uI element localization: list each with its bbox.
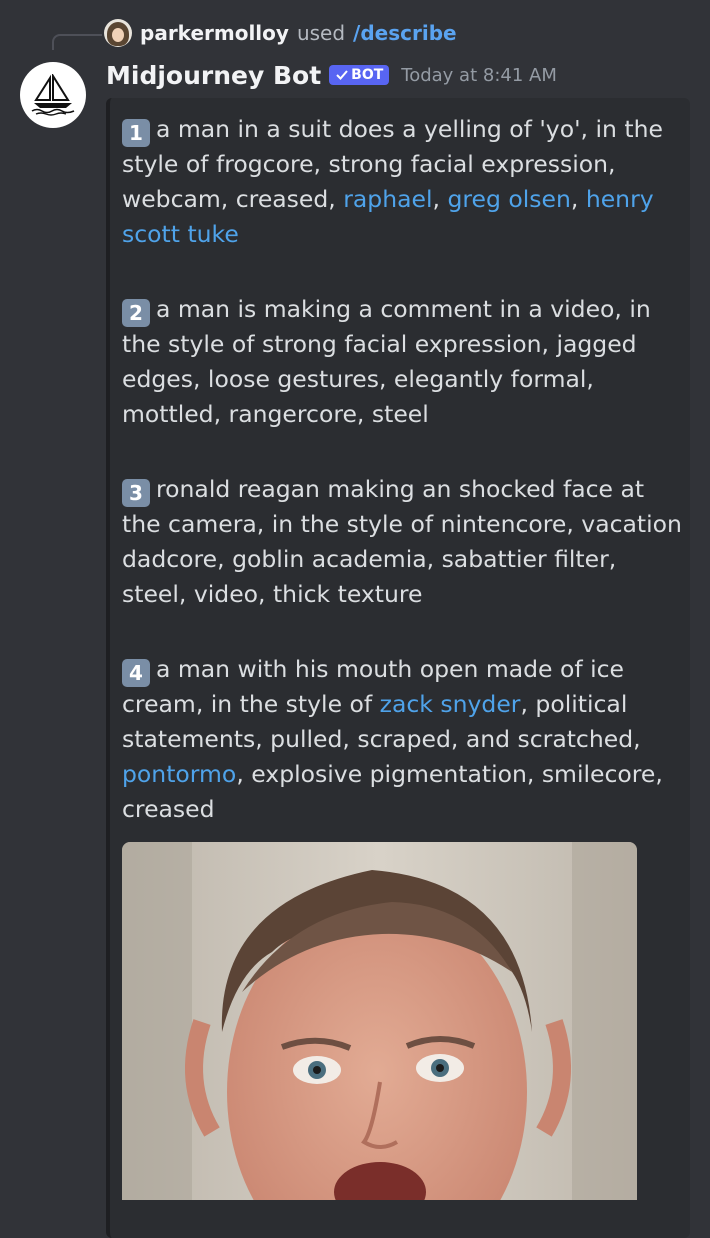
description-text: , [432,185,448,213]
description-item: 4a man with his mouth open made of ice c… [122,652,682,827]
author-name[interactable]: Midjourney Bot [106,61,321,90]
bot-badge: BOT [329,65,390,85]
reply-username[interactable]: parkermolloy [140,21,289,45]
description-item: 2a man is making a comment in a video, i… [122,292,682,432]
number-badge: 4 [122,659,150,687]
artist-link[interactable]: raphael [343,185,432,213]
embed-image[interactable] [122,842,637,1200]
number-badge: 1 [122,119,150,147]
bot-avatar[interactable] [20,62,86,128]
reply-used-text: used [296,21,346,45]
artist-link[interactable]: pontormo [122,760,236,788]
reply-context: parkermolloy used /describe [104,18,457,48]
embed-description: 1a man in a suit does a yelling of 'yo',… [122,112,682,867]
number-badge: 3 [122,479,150,507]
description-item: 3 ronald reagan making an shocked face at… [122,472,682,612]
sailboat-icon [31,74,75,116]
message-timestamp[interactable]: Today at 8:41 AM [401,65,557,86]
message-header: Midjourney Bot BOT Today at 8:41 AM [106,58,557,92]
description-item: 1a man in a suit does a yelling of 'yo',… [122,112,682,252]
badge-label: BOT [351,67,384,83]
artist-link[interactable]: zack snyder [380,690,521,718]
description-text: a man is making a comment in a video, in… [122,295,651,428]
artist-link[interactable]: greg olsen [447,185,570,213]
user-avatar[interactable] [104,19,132,47]
description-text: , [570,185,586,213]
number-badge: 2 [122,299,150,327]
description-text: ronald reagan making an shocked face at … [122,475,682,608]
slash-command[interactable]: /describe [353,21,457,45]
reply-connector [52,34,102,50]
checkmark-icon [336,70,348,80]
